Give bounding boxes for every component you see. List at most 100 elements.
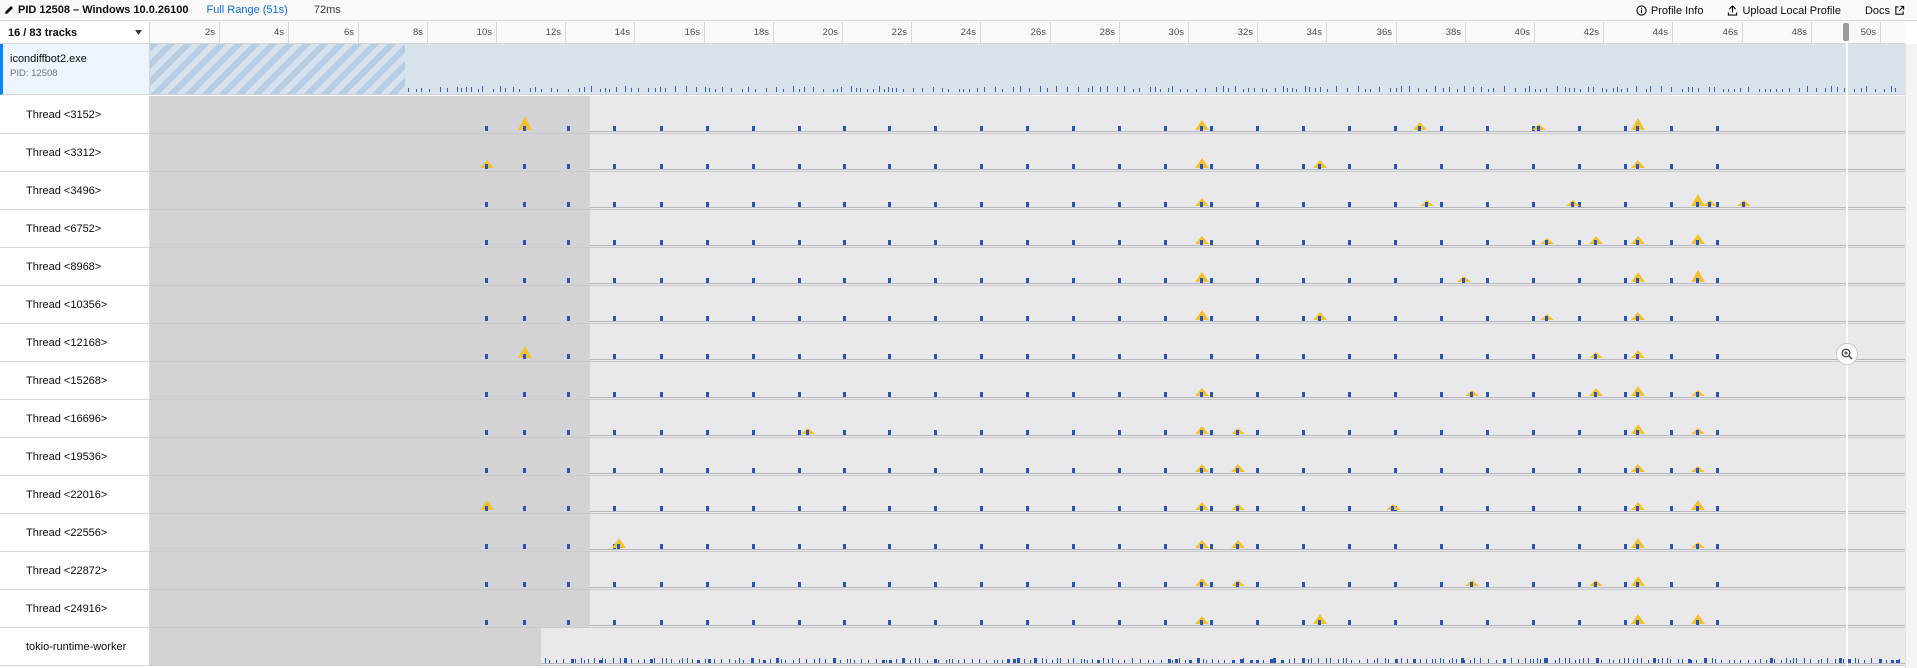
sample-marker bbox=[1474, 658, 1475, 663]
sample-marker bbox=[706, 164, 709, 169]
thread-name: Thread <3152> bbox=[26, 108, 102, 121]
sample-marker bbox=[1164, 164, 1167, 169]
thread-activity-graph[interactable] bbox=[150, 248, 1905, 286]
thread-track-label[interactable]: Thread <22872> bbox=[0, 552, 150, 590]
sample-marker bbox=[1691, 660, 1692, 663]
thread-activity-graph[interactable] bbox=[150, 134, 1905, 172]
zoom-selection-button[interactable] bbox=[1836, 343, 1858, 365]
process-sample-tick bbox=[1866, 86, 1867, 92]
thread-track-label[interactable]: Thread <6752> bbox=[0, 210, 150, 248]
sample-marker bbox=[1518, 659, 1519, 663]
thread-activity-graph[interactable] bbox=[150, 96, 1905, 134]
sample-marker bbox=[1532, 392, 1535, 397]
sample-marker bbox=[888, 544, 891, 549]
thread-track-label[interactable]: Thread <8968> bbox=[0, 248, 150, 286]
sample-marker bbox=[1118, 660, 1119, 663]
sample-marker bbox=[1533, 659, 1534, 663]
thread-activity-graph[interactable] bbox=[150, 362, 1905, 400]
upload-local-profile-button[interactable]: Upload Local Profile bbox=[1715, 0, 1852, 21]
process-sample-tick bbox=[867, 89, 868, 92]
thread-track-label[interactable]: Thread <24916> bbox=[0, 590, 150, 628]
sample-marker bbox=[1532, 544, 1535, 549]
thread-activity-graph[interactable] bbox=[150, 552, 1905, 590]
sample-marker bbox=[798, 202, 801, 207]
sample-marker bbox=[617, 544, 620, 549]
ruler-tick-label: 36s bbox=[1376, 27, 1392, 38]
thread-track-label[interactable]: Thread <10356> bbox=[0, 286, 150, 324]
sample-marker bbox=[485, 316, 488, 321]
process-track-label[interactable]: icondiffbot2.exe PID: 12508 bbox=[0, 44, 150, 95]
track-count-dropdown[interactable]: 16 / 83 tracks bbox=[0, 22, 150, 44]
process-sample-tick bbox=[591, 86, 592, 92]
sample-marker bbox=[1486, 392, 1489, 397]
sample-marker bbox=[1351, 660, 1352, 663]
process-sample-tick bbox=[873, 89, 874, 92]
sample-marker bbox=[843, 582, 846, 587]
sample-marker bbox=[613, 620, 616, 625]
thread-track-label[interactable]: Thread <16696> bbox=[0, 400, 150, 438]
sample-marker bbox=[1108, 659, 1109, 663]
process-sample-tick bbox=[1617, 87, 1618, 92]
sample-marker bbox=[1256, 354, 1259, 359]
vertical-scrollbar[interactable] bbox=[1905, 44, 1917, 668]
sample-marker bbox=[1118, 278, 1121, 283]
sample-marker bbox=[613, 164, 616, 169]
sample-marker bbox=[1670, 544, 1673, 549]
sample-marker bbox=[1311, 658, 1312, 663]
thread-track-label[interactable]: Thread <22556> bbox=[0, 514, 150, 552]
thread-track-label[interactable]: Thread <12168> bbox=[0, 324, 150, 362]
sample-marker bbox=[1578, 278, 1581, 283]
sample-marker bbox=[1017, 658, 1020, 663]
thread-activity-graph[interactable] bbox=[150, 590, 1905, 628]
sample-marker bbox=[692, 659, 693, 663]
process-sample-tick bbox=[466, 87, 467, 92]
selection-handle[interactable] bbox=[1843, 23, 1849, 41]
sample-marker bbox=[1256, 430, 1259, 435]
process-activity-graph[interactable] bbox=[150, 44, 1905, 95]
process-sample-tick bbox=[625, 86, 626, 92]
thread-track-label[interactable]: tokio-runtime-worker bbox=[0, 628, 150, 666]
sample-marker bbox=[485, 430, 488, 435]
sample-marker bbox=[523, 620, 526, 625]
thread-track-label[interactable]: Thread <22016> bbox=[0, 476, 150, 514]
sample-marker bbox=[776, 658, 779, 663]
thread-baseline bbox=[590, 511, 1905, 512]
thread-activity-graph[interactable] bbox=[150, 514, 1905, 552]
pencil-icon bbox=[5, 6, 13, 14]
sample-marker bbox=[706, 544, 709, 549]
sample-marker bbox=[1486, 278, 1489, 283]
process-sample-tick bbox=[482, 86, 483, 92]
thread-activity-graph[interactable] bbox=[150, 476, 1905, 514]
process-sample-tick bbox=[1602, 88, 1603, 92]
thread-activity-graph[interactable] bbox=[150, 286, 1905, 324]
sample-marker bbox=[915, 658, 916, 663]
process-sample-tick bbox=[1529, 86, 1530, 92]
profile-name-button[interactable]: PID 12508 – Windows 10.0.26100 bbox=[0, 4, 189, 16]
timeline-ruler[interactable]: 2s 4s 6s 8s 10s 12s 14s 16s 18s 20s 22s 24s 26s 28s 30… bbox=[150, 22, 1905, 44]
docs-button[interactable]: Docs bbox=[1853, 0, 1917, 21]
thread-activity-graph[interactable] bbox=[150, 210, 1905, 248]
thread-activity-graph[interactable] bbox=[150, 400, 1905, 438]
full-range-breadcrumb[interactable]: Full Range (51s) bbox=[207, 4, 288, 16]
sample-marker bbox=[660, 240, 663, 245]
thread-activity-graph[interactable] bbox=[150, 324, 1905, 362]
sample-marker bbox=[1210, 240, 1213, 245]
thread-track-label[interactable]: Thread <3152> bbox=[0, 96, 150, 134]
thread-activity-graph[interactable] bbox=[150, 172, 1905, 210]
process-sample-tick bbox=[1782, 89, 1783, 92]
sample-marker bbox=[1696, 430, 1699, 435]
sample-marker bbox=[934, 316, 937, 321]
thread-track-label[interactable]: Thread <15268> bbox=[0, 362, 150, 400]
process-sample-tick bbox=[892, 88, 893, 92]
thread-track-label[interactable]: Thread <3312> bbox=[0, 134, 150, 172]
thread-activity-graph[interactable] bbox=[150, 438, 1905, 476]
thread-activity-graph[interactable] bbox=[150, 628, 1905, 666]
sample-marker bbox=[934, 354, 937, 359]
profile-info-button[interactable]: Profile Info bbox=[1624, 0, 1716, 21]
sample-marker bbox=[752, 240, 755, 245]
sample-marker bbox=[1740, 660, 1741, 663]
thread-track-label[interactable]: Thread <19536> bbox=[0, 438, 150, 476]
process-sample-tick bbox=[1728, 89, 1729, 92]
thread-baseline bbox=[590, 549, 1905, 550]
thread-track-label[interactable]: Thread <3496> bbox=[0, 172, 150, 210]
